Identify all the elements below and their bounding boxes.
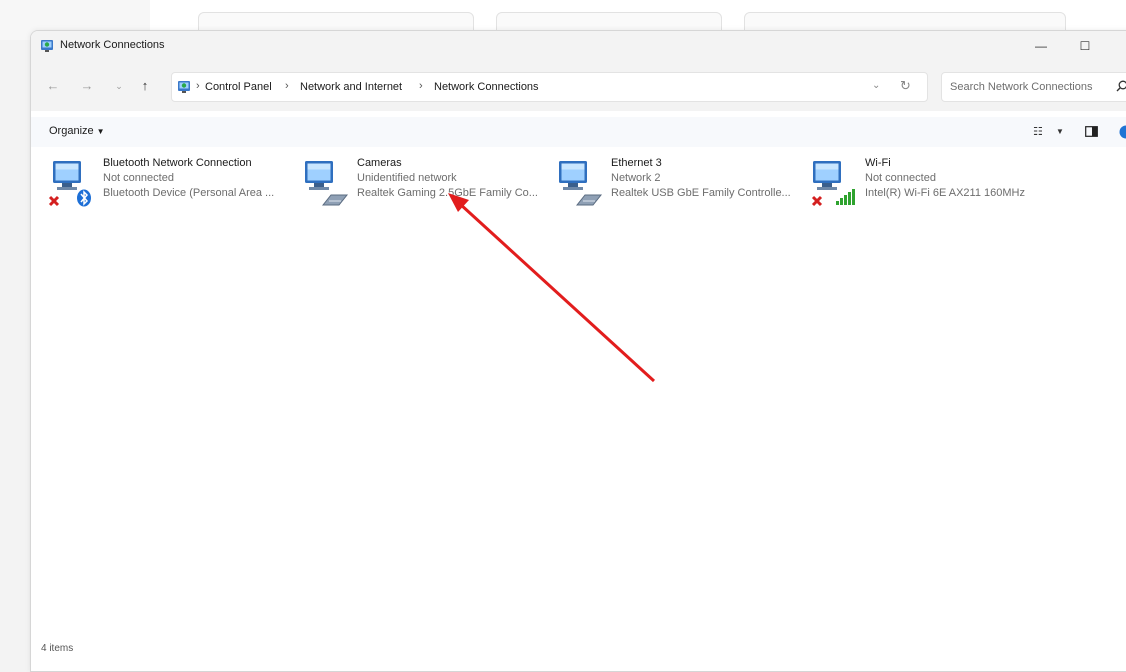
help-icon[interactable] — [1119, 125, 1126, 139]
control-panel-icon — [177, 80, 191, 94]
window-title: Network Connections — [60, 39, 165, 51]
network-adapter-icon — [555, 159, 603, 207]
back-arrow-icon[interactable]: ← — [45, 78, 61, 94]
connection-name: Wi-Fi — [865, 157, 891, 169]
connection-status: Network 2 — [611, 172, 661, 184]
breadcrumb-separator-icon: › — [196, 80, 200, 92]
connection-status: Not connected — [865, 172, 936, 184]
connection-device: Realtek Gaming 2.5GbE Family Co... — [357, 187, 538, 199]
connection-status: Not connected — [103, 172, 174, 184]
breadcrumb-separator-icon: › — [285, 80, 289, 92]
search-placeholder: Search Network Connections — [950, 81, 1092, 93]
title-bar: Network Connections — ☐ — [31, 31, 1126, 61]
chevron-down-icon: ▼ — [97, 127, 105, 136]
preview-pane-icon[interactable] — [1085, 126, 1098, 137]
network-adapter-icon — [301, 159, 349, 207]
connection-name: Ethernet 3 — [611, 157, 662, 169]
network-connections-window: Network Connections — ☐ ← → ⌄ ↑ › Contro… — [30, 30, 1126, 672]
connection-item-wifi[interactable]: Wi-Fi Not connected Intel(R) Wi-Fi 6E AX… — [809, 157, 1059, 209]
network-adapter-icon — [47, 159, 95, 207]
breadcrumb-separator-icon: › — [419, 80, 423, 92]
breadcrumb-network-connections[interactable]: Network Connections — [434, 81, 539, 93]
command-bar: Organize▼ ☷ ▼ — [31, 117, 1126, 147]
address-bar[interactable]: › Control Panel › Network and Internet ›… — [171, 72, 928, 102]
connection-status: Unidentified network — [357, 172, 457, 184]
view-options-chevron-icon[interactable]: ▼ — [1056, 127, 1064, 136]
change-view-icon[interactable]: ☷ — [1033, 125, 1043, 138]
navigation-bar: ← → ⌄ ↑ › Control Panel › Network and In… — [31, 61, 1126, 111]
recent-locations-chevron-icon[interactable]: ⌄ — [111, 78, 127, 94]
connection-device: Realtek USB GbE Family Controlle... — [611, 187, 791, 199]
connection-name: Bluetooth Network Connection — [103, 157, 252, 169]
network-connections-icon — [40, 39, 54, 53]
connection-device: Bluetooth Device (Personal Area ... — [103, 187, 274, 199]
connection-item-ethernet-3[interactable]: Ethernet 3 Network 2 Realtek USB GbE Fam… — [555, 157, 805, 209]
up-arrow-icon[interactable]: ↑ — [137, 78, 153, 94]
breadcrumb-control-panel[interactable]: Control Panel — [205, 81, 272, 93]
connection-device: Intel(R) Wi-Fi 6E AX211 160MHz — [865, 187, 1025, 199]
connection-item-bluetooth[interactable]: Bluetooth Network Connection Not connect… — [47, 157, 297, 209]
breadcrumb-network-and-internet[interactable]: Network and Internet — [300, 81, 402, 93]
connection-name: Cameras — [357, 157, 402, 169]
search-box[interactable]: Search Network Connections — [941, 72, 1126, 102]
organize-button[interactable]: Organize▼ — [49, 125, 105, 137]
search-icon[interactable] — [1115, 79, 1126, 93]
address-dropdown-chevron-icon[interactable]: ⌄ — [872, 80, 880, 91]
connection-item-cameras[interactable]: Cameras Unidentified network Realtek Gam… — [301, 157, 551, 209]
forward-arrow-icon[interactable]: → — [79, 78, 95, 94]
refresh-icon[interactable]: ↻ — [900, 78, 911, 94]
connections-list: Bluetooth Network Connection Not connect… — [31, 149, 1126, 671]
maximize-button[interactable]: ☐ — [1070, 35, 1100, 57]
minimize-button[interactable]: — — [1026, 35, 1056, 57]
network-adapter-icon — [809, 159, 857, 207]
